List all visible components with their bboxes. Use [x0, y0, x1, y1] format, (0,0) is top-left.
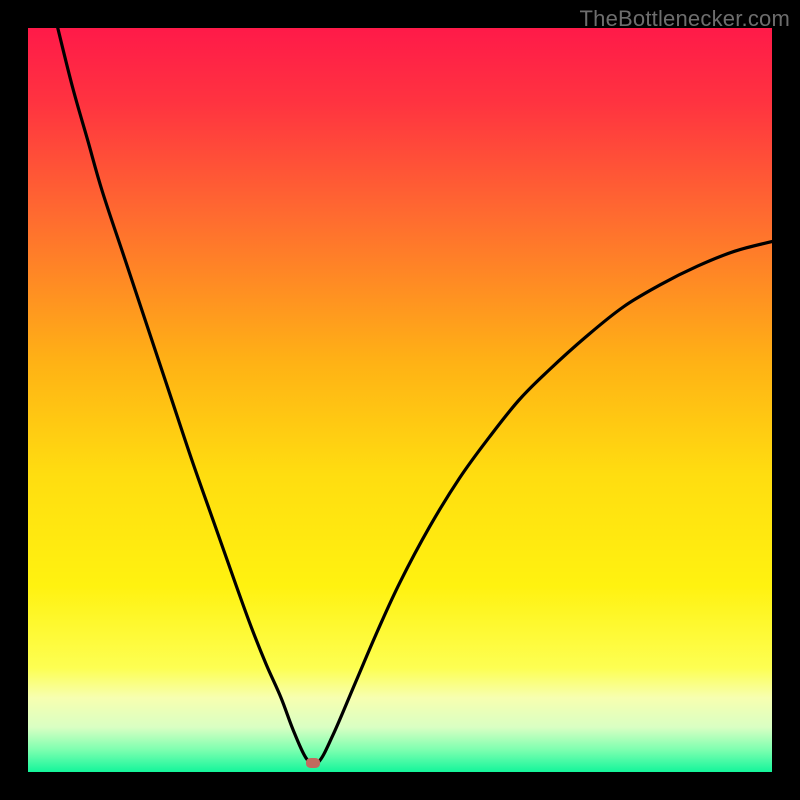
min-point-marker — [306, 758, 320, 768]
bottleneck-curve — [28, 28, 772, 772]
watermark-label: TheBottlenecker.com — [580, 6, 790, 32]
chart-frame: TheBottlenecker.com — [0, 0, 800, 800]
curve-path — [58, 28, 772, 765]
